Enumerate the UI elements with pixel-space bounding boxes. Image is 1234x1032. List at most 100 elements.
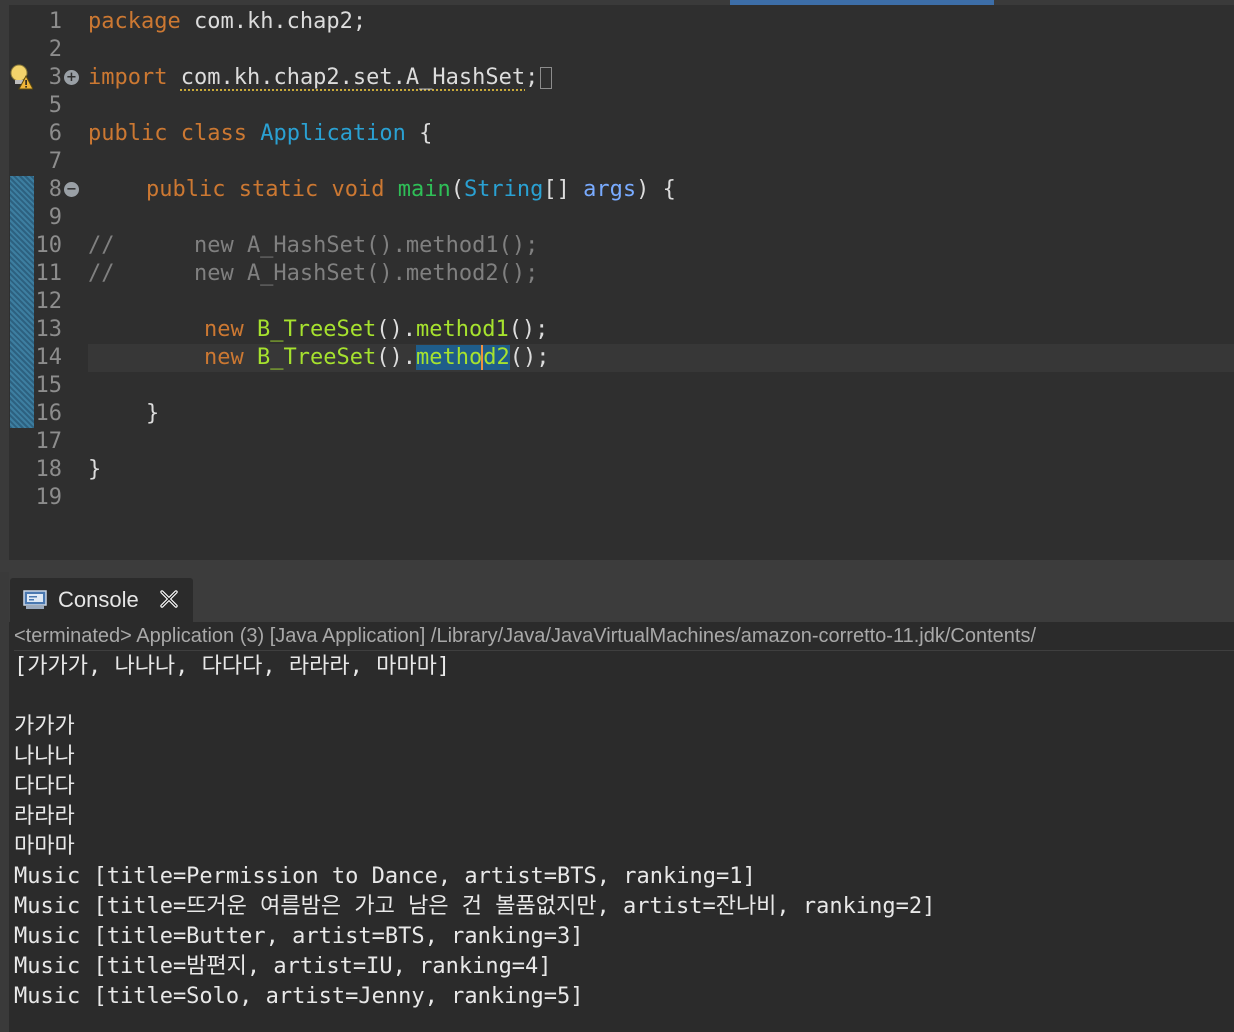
line-number: 12 — [35, 289, 63, 314]
console-left-border — [0, 572, 9, 1032]
output-line: Music [title=Permission to Dance, artist… — [14, 864, 756, 889]
keyword: class — [180, 121, 247, 146]
current-code-line[interactable]: 14 new B_TreeSet().method2(); — [36, 344, 1234, 372]
call-end: (); — [509, 345, 550, 370]
code-line[interactable]: 1 package com.kh.chap2; — [0, 8, 1234, 36]
panel-divider[interactable] — [0, 560, 1234, 572]
output-line: 다다다 — [14, 774, 75, 799]
output-line: 가가가 — [14, 714, 75, 739]
collapse-fold-icon[interactable]: − — [64, 182, 79, 197]
call-dot: (). — [376, 345, 416, 370]
package-name: com.kh.chap2; — [180, 9, 367, 34]
brace: } — [88, 457, 102, 482]
code-line[interactable]: 8 − public static void main(String[] arg… — [0, 176, 1234, 204]
keyword: import — [88, 65, 168, 90]
semicolon: ; — [525, 65, 539, 90]
code-text: public class Application { — [88, 120, 432, 148]
code-line[interactable]: 16 } — [0, 400, 1234, 428]
class-reference: B_TreeSet — [257, 345, 377, 370]
code-line[interactable]: 5 — [0, 92, 1234, 120]
method-name: main — [397, 177, 451, 202]
code-line[interactable]: 13 new B_TreeSet().method1(); — [0, 316, 1234, 344]
signature-end: ) { — [636, 177, 676, 202]
code-line[interactable]: 18 } — [0, 456, 1234, 484]
keyword: public — [88, 121, 168, 146]
code-editor[interactable]: 1 package com.kh.chap2; 2 3 + import com… — [0, 0, 1234, 560]
code-line[interactable]: 9 — [0, 204, 1234, 232]
line-number: 2 — [48, 37, 62, 62]
output-line: Music [title=Butter, artist=BTS, ranking… — [14, 924, 584, 949]
editor-top-strip — [0, 0, 1234, 5]
code-text: new B_TreeSet().method2(); — [204, 344, 549, 372]
line-number: 19 — [35, 485, 63, 510]
line-number: 18 — [35, 457, 63, 482]
code-line[interactable]: 12 — [0, 288, 1234, 316]
line-number: 9 — [48, 205, 62, 230]
keyword: public — [146, 177, 226, 202]
call-dot: (). — [376, 317, 416, 342]
output-line: 나나나 — [14, 744, 75, 769]
output-line: Music [title=뜨거운 여름밤은 가고 남은 건 볼품없지만, art… — [14, 894, 936, 919]
code-text: new B_TreeSet().method1(); — [204, 316, 548, 344]
output-line: Music [title=밤편지, artist=IU, ranking=4] — [14, 954, 552, 979]
line-number: 1 — [48, 9, 62, 34]
code-text: import com.kh.chap2.set.A_HashSet; — [88, 64, 553, 92]
line-number: 5 — [48, 93, 62, 118]
line-number: 15 — [35, 373, 63, 398]
expand-fold-icon[interactable]: + — [64, 70, 79, 85]
code-text: package com.kh.chap2; — [88, 8, 366, 36]
code-line[interactable]: 19 — [0, 484, 1234, 512]
output-line: 마마마 — [14, 834, 75, 859]
active-tab-indicator — [730, 0, 994, 5]
parameter-name: args — [583, 177, 637, 202]
line-number: 7 — [48, 149, 62, 174]
keyword: new — [204, 317, 244, 342]
console-panel[interactable]: Console <terminated> Application (3) [Ja… — [0, 572, 1234, 1032]
code-line[interactable]: 10 // new A_HashSet().method1(); — [0, 232, 1234, 260]
keyword: new — [204, 345, 244, 370]
console-status-line: <terminated> Application (3) [Java Appli… — [14, 622, 1234, 651]
line-number: 17 — [35, 429, 63, 454]
code-line[interactable]: 7 — [0, 148, 1234, 176]
call-end: (); — [508, 317, 549, 342]
output-line: 라라라 — [14, 804, 75, 829]
line-number: 8 — [48, 177, 62, 202]
line-number: 16 — [35, 401, 63, 426]
code-line[interactable]: 15 — [0, 372, 1234, 400]
brace: { — [405, 121, 433, 146]
output-line: [가가가, 나나나, 다다다, 라라라, 마마마] — [14, 654, 451, 679]
keyword: package — [88, 9, 181, 34]
code-line[interactable]: 11 // new A_HashSet().method2(); — [0, 260, 1234, 288]
tab-console[interactable]: Console — [10, 578, 193, 622]
line-number: 13 — [35, 317, 63, 342]
comment: // new A_HashSet().method1(); — [88, 233, 539, 258]
method-call: method1 — [415, 317, 509, 342]
line-number: 3 — [48, 65, 62, 90]
keyword: static — [238, 177, 319, 202]
line-number: 10 — [35, 233, 63, 258]
console-output[interactable]: [가가가, 나나나, 다다다, 라라라, 마마마] 가가가 나나나 다다다 라라… — [14, 652, 1234, 1012]
code-line[interactable]: 3 + import com.kh.chap2.set.A_HashSet; — [0, 64, 1234, 92]
console-tab-label: Console — [58, 587, 139, 612]
selected-method-text[interactable]: metho — [415, 345, 483, 370]
close-icon[interactable] — [158, 588, 180, 610]
code-text: public static void main(String[] args) { — [146, 177, 676, 202]
array-brackets: [] — [543, 177, 584, 202]
code-line[interactable]: 6 public class Application { — [0, 120, 1234, 148]
output-line: Music [title=Solo, artist=Jenny, ranking… — [14, 984, 584, 1009]
comment: // new A_HashSet().method2(); — [88, 261, 539, 286]
class-reference: B_TreeSet — [257, 317, 377, 342]
collapsed-imports-box[interactable] — [540, 67, 553, 89]
import-path[interactable]: com.kh.chap2.set.A_HashSet — [181, 65, 525, 90]
type-name: String — [463, 177, 544, 202]
line-number: 11 — [35, 261, 63, 286]
console-monitor-icon — [23, 590, 47, 609]
class-name: Application — [260, 121, 406, 146]
code-line[interactable]: 2 — [0, 36, 1234, 64]
brace: } — [146, 401, 160, 426]
line-number: 6 — [48, 121, 62, 146]
code-line[interactable]: 17 — [0, 428, 1234, 456]
keyword: void — [331, 177, 385, 202]
text-caret[interactable]: d2 — [481, 345, 510, 370]
